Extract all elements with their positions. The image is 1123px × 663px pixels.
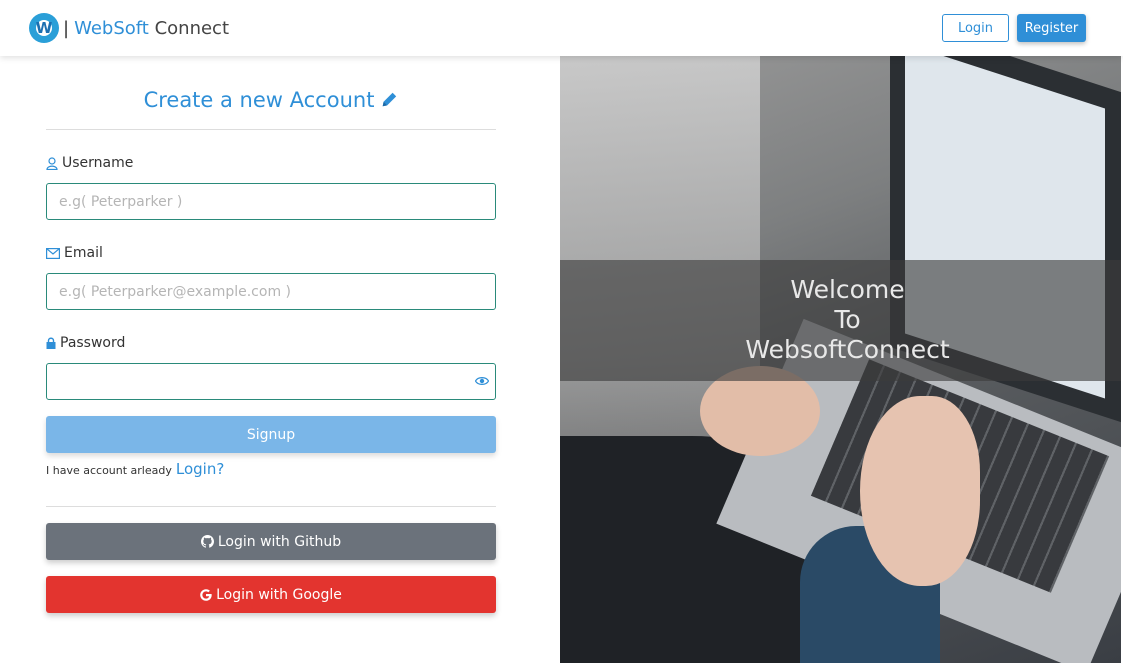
signup-form-panel: Create a new Account Username Email Pass… — [0, 56, 560, 663]
email-label: Email — [46, 245, 103, 261]
github-icon — [200, 535, 214, 548]
navbar: W | WebSoft Connect Login Register — [0, 0, 1123, 56]
user-icon — [46, 156, 58, 170]
username-field[interactable] — [46, 183, 496, 220]
github-login-label: Login with Github — [217, 533, 342, 550]
pencil-icon — [383, 92, 397, 107]
brand[interactable]: W | WebSoft Connect — [29, 13, 229, 43]
form-title: Create a new Account — [46, 88, 496, 112]
hero-image: Welcome To WebsoftConnect — [560, 56, 1121, 663]
password-label: Password — [46, 335, 125, 351]
github-login-button[interactable]: Login with Github — [46, 523, 496, 560]
brand-name: WebSoft Connect — [74, 18, 229, 39]
google-login-label: Login with Google — [216, 586, 342, 603]
divider — [46, 129, 496, 130]
email-input[interactable] — [47, 274, 495, 309]
hero-hand-right — [860, 396, 980, 586]
google-login-button[interactable]: Login with Google — [46, 576, 496, 613]
brand-rest: Connect — [154, 17, 230, 39]
email-field[interactable] — [46, 273, 496, 310]
form-title-text: Create a new Account — [143, 88, 375, 112]
lock-icon — [46, 337, 56, 349]
envelope-icon — [46, 247, 60, 259]
have-account-row: I have account arleady Login? — [46, 460, 224, 478]
brand-accent: WebSoft — [74, 17, 149, 39]
username-input[interactable] — [47, 184, 495, 219]
hero-line-1: Welcome — [790, 275, 905, 304]
google-icon — [200, 588, 212, 601]
password-input[interactable] — [47, 364, 495, 399]
divider — [46, 506, 496, 507]
nav-register-button[interactable]: Register — [1017, 14, 1086, 42]
brand-separator: | — [63, 17, 70, 39]
eye-icon[interactable] — [475, 376, 489, 386]
hero-line-2: To — [834, 305, 861, 334]
signup-button[interactable]: Signup — [46, 416, 496, 453]
username-label: Username — [46, 155, 133, 171]
hero-line-3: WebsoftConnect — [745, 335, 950, 364]
logo-icon: W — [29, 13, 59, 43]
login-link[interactable]: Login? — [176, 460, 224, 478]
hero-welcome-text: Welcome To WebsoftConnect — [560, 275, 1121, 365]
password-field[interactable] — [46, 363, 496, 400]
nav-login-button[interactable]: Login — [942, 14, 1009, 42]
have-account-text: I have account arleady — [46, 464, 172, 477]
